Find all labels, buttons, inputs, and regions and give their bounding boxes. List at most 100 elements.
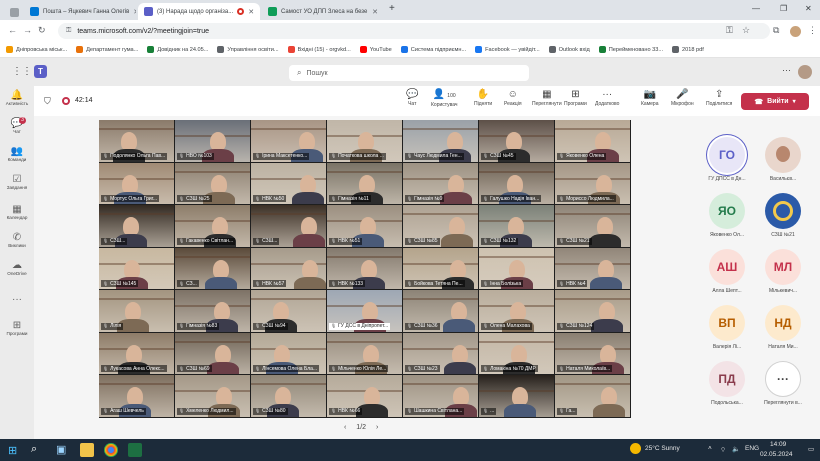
video-tile[interactable]: 🎙︎ Гакавенко Світлан... [175,205,250,247]
network-icon[interactable]: ⌔ [720,445,726,454]
video-tile[interactable]: 🎙︎ СЗШ №25 [175,162,250,204]
video-tile[interactable]: 🎙︎ Подолянко Ольга Пав... [99,120,174,162]
video-tile[interactable]: 🎙︎ НВК №66 [327,375,402,417]
video-tile[interactable]: 🎙︎ Яковенко Олена [555,120,630,162]
tray-chevron-icon[interactable]: ˄ [708,445,712,452]
extensions-icon[interactable]: ⧉ [773,25,779,36]
video-tile[interactable]: 🎙︎ НВО №103 [175,120,250,162]
tab-actions-button[interactable] [4,4,26,21]
url-field[interactable]: ⚿ teams.microsoft.com/v2/?meetingjoin=tr… [58,23,770,39]
rail-item-apps[interactable]: ⊞ Програми [0,320,34,336]
participant-avatar-card[interactable]: ПД Подольська... [702,361,752,406]
view-all-participants[interactable]: ··· Переглянути в... [758,361,808,406]
clock-date[interactable]: 02.05.2024 [760,451,793,458]
toolbar-camera-off-button[interactable]: 📷 Камера [641,89,658,107]
site-info-icon[interactable]: ⚿ [66,27,71,35]
bookmark-item[interactable]: 2018 pdf [672,46,704,53]
participant-avatar-card[interactable]: ГО ГУ ДПСС в Дн... [702,137,752,182]
toolbar-emoji-button[interactable]: ☺ Реакція [504,89,522,107]
video-tile[interactable]: 🎙︎ Лілія [99,290,174,332]
video-tile[interactable]: 🎙︎ НВК №51 [327,205,402,247]
notifications-icon[interactable]: ▭ [808,445,814,453]
weather-text[interactable]: 25°C Sunny [645,445,680,452]
close-icon[interactable]: ✕ [133,8,136,16]
search-icon[interactable]: ⌕ [31,443,37,456]
video-tile[interactable]: 🎙︎ Лукасова Анна Олекс... [99,332,174,374]
chevron-right-icon[interactable]: › [376,424,378,431]
video-tile[interactable]: 🎙︎ СЗШ №45 [479,120,554,162]
close-icon[interactable]: ✕ [372,8,378,16]
video-tile[interactable]: 🎙︎ Чаус Людмила Ген... [403,120,478,162]
bookmark-item[interactable]: Вхідні (15) - orgvkd... [287,46,351,53]
video-tile[interactable]: 🎙︎ СЗШ №94 [251,290,326,332]
bookmark-item[interactable]: Управління освіти... [217,46,279,53]
more-options-icon[interactable]: ··· [782,65,791,75]
rail-item-tasks[interactable]: ☑ Завдання [0,174,34,190]
video-tile[interactable]: 🎙︎ ГУ ДСС в Дніпропет... [327,290,402,332]
bookmark-item[interactable]: Перейменовано 33... [598,46,663,53]
chevron-left-icon[interactable]: ‹ [344,424,346,431]
participant-avatar-card[interactable]: ВП Валерія Лі... [702,305,752,350]
back-icon[interactable]: ← [8,25,17,35]
profile-avatar[interactable] [790,26,801,37]
forward-icon[interactable]: → [23,25,32,35]
close-icon[interactable]: ✕ [248,8,254,16]
rail-item-bell[interactable]: 🔔 Активність [0,90,34,106]
leave-button[interactable]: ☎ Вийти ▾ [741,93,809,110]
participant-avatar-card[interactable]: СЗШ №21 [758,193,808,238]
toolbar-more-button[interactable]: ··· Додатково [595,89,619,107]
bookmark-item[interactable]: Довідник на 24.05... [147,46,208,53]
toolbar-share-button[interactable]: ⇪ Поділитися [706,89,732,107]
rail-item-phone[interactable]: ✆ Виклики [0,232,34,248]
video-tile[interactable]: 🎙︎ СЗШ №69 [175,332,250,374]
user-avatar[interactable] [798,65,812,79]
rail-item-calendar[interactable]: ▦ Календар [0,204,34,220]
video-tile[interactable]: 🎙︎ Інна Болізька [479,247,554,289]
toolbar-view-button[interactable]: ▦ Переглянути [532,89,562,107]
video-tile[interactable]: 🎙︎ Шашкина Світлана... [403,375,478,417]
bookmark-item[interactable]: Дніпровська міськ... [6,46,67,53]
bookmark-item[interactable]: Outlook вхід [548,46,590,53]
rail-item-more[interactable]: ··· [0,294,34,305]
key-icon[interactable]: ⚿ [726,25,733,36]
excel-icon[interactable] [128,443,142,457]
bookmark-star-icon[interactable]: ☆ [742,25,750,36]
task-view-icon[interactable]: ▣ [56,443,66,456]
participant-avatar-card[interactable]: Васильєв... [758,137,808,182]
toolbar-mic-off-button[interactable]: 🎤 Мікрофон [671,89,694,107]
participant-avatar-card[interactable]: ЯО Яковенко Ол... [702,193,752,238]
video-tile[interactable]: 🎙︎ Га... [555,375,630,417]
video-tile[interactable]: 🎙︎ Хмеленко Людмил... [175,375,250,417]
new-tab-button[interactable]: + [389,3,395,14]
chrome-icon[interactable] [104,443,118,457]
video-tile[interactable]: 🎙︎ Ірина Максетенко... [251,120,326,162]
video-tile[interactable]: 🎙︎ СЗШ... [99,205,174,247]
video-tile[interactable]: 🎙︎ Лінсемова Олена Бла... [251,332,326,374]
video-tile[interactable]: 🎙︎ Мортус Ольга Григ... [99,162,174,204]
video-tile[interactable]: 🎙︎ СЗШ №21 [555,205,630,247]
video-tile[interactable]: 🎙︎ Мільченко Юлія Ле... [327,332,402,374]
video-tile[interactable]: 🎙︎ Бойкова Тетяна Пе... [403,247,478,289]
video-tile[interactable]: 🎙︎ СЗШ №36 [403,290,478,332]
video-tile[interactable]: 🎙︎ Початкова школа ... [327,120,402,162]
close-window-button[interactable]: ✕ [805,4,812,13]
bookmark-item[interactable]: Департамент гума... [76,46,138,53]
video-tile[interactable]: 🎙︎ Олена Малахова [479,290,554,332]
video-tile[interactable]: 🎙︎ СЗШ №124 [555,290,630,332]
video-tile[interactable]: 🎙︎ СЗШ №132 [479,205,554,247]
bookmark-item[interactable]: YouTube [359,46,392,53]
video-tile[interactable]: 🎙︎ СЗШ №145 [99,247,174,289]
video-tile[interactable]: 🎙︎ Мориссо Людмила... [555,162,630,204]
browser-menu-icon[interactable]: ⋮ [808,25,817,36]
toolbar-people-button[interactable]: 👤 100 Користувач [431,89,458,108]
video-tile[interactable]: 🎙︎ СЗШ... [251,205,326,247]
video-tile[interactable]: 🎙︎ НВК №57 [251,247,326,289]
participant-avatar-card[interactable]: НД Наталя Ми... [758,305,808,350]
browser-tab-sheet[interactable]: Самост УО ДПП Злеса на безе ✕ [262,3,384,20]
toolbar-chat-button[interactable]: 💬 Чат [406,89,418,107]
language-indicator[interactable]: ENG [745,445,759,452]
windows-start-icon[interactable]: ⊞ [8,444,17,457]
video-tile[interactable]: 🎙︎ СЗ... [175,247,250,289]
volume-icon[interactable]: 🔈 [732,445,740,453]
video-tile[interactable]: 🎙︎ Гімназія №9 [403,162,478,204]
